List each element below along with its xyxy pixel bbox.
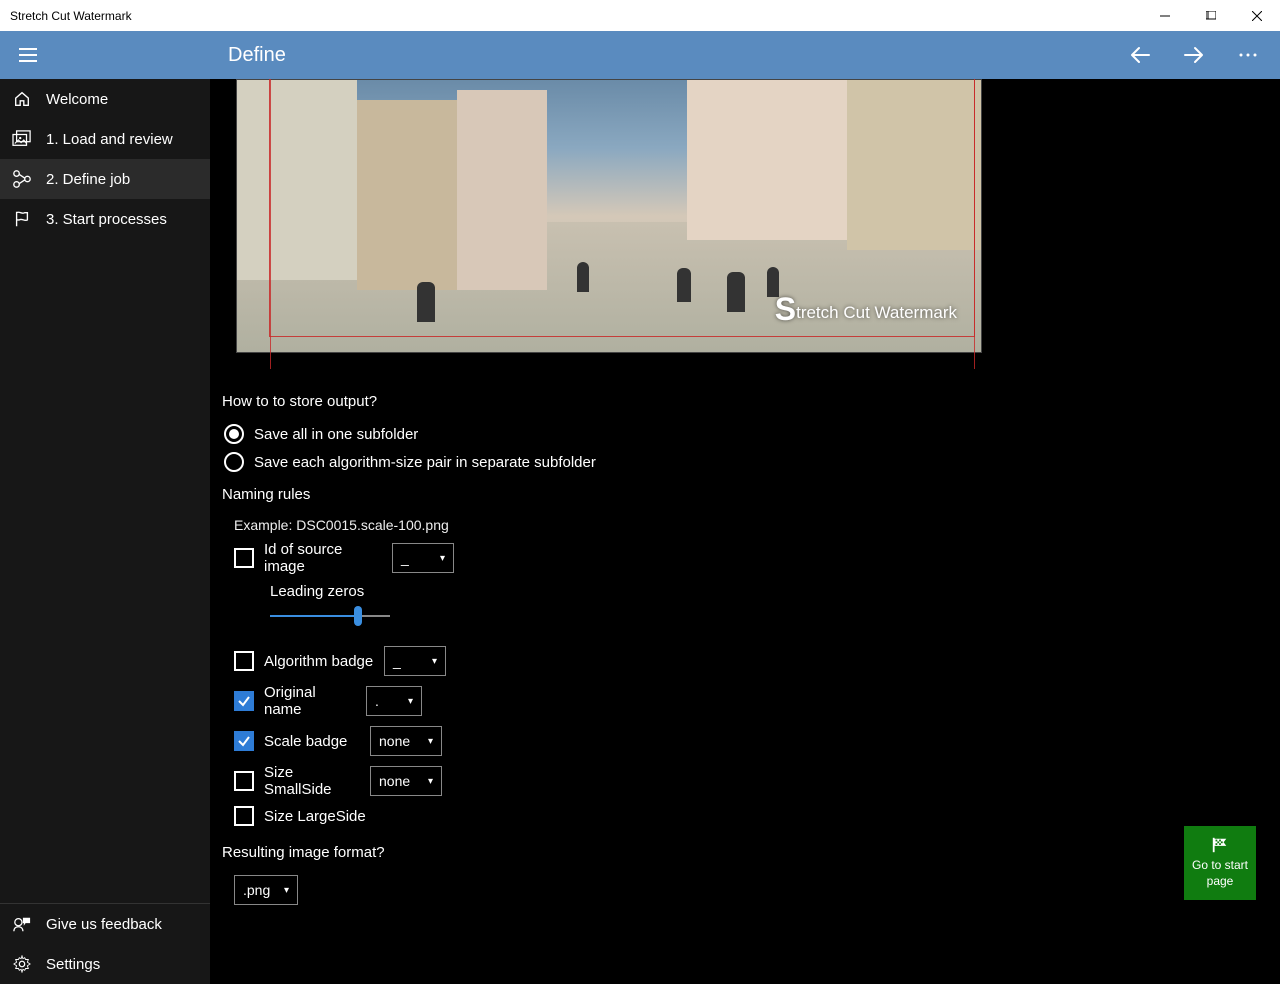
crop-guide-right-line — [974, 79, 975, 369]
radio-save-separate-subfolder[interactable]: Save each algorithm-size pair in separat… — [224, 452, 1280, 472]
preview-area: Stretch Cut Watermark — [222, 79, 982, 353]
checkbox-algorithm-badge[interactable] — [234, 651, 254, 671]
chevron-down-icon: ▾ — [432, 656, 437, 667]
checkbox-label: Size SmallSide — [264, 764, 360, 798]
window-title: Stretch Cut Watermark — [10, 9, 132, 23]
sidebar: Welcome 1. Load and review 2. Define job… — [0, 79, 210, 984]
sidebar-item-label: Welcome — [46, 91, 108, 108]
sidebar-settings[interactable]: Settings — [0, 944, 210, 984]
checkbox-label: Original name — [264, 684, 356, 718]
chevron-down-icon: ▾ — [428, 776, 433, 787]
checkbox-scale-badge[interactable] — [234, 731, 254, 751]
radio-save-one-subfolder[interactable]: Save all in one subfolder — [224, 424, 1280, 444]
radio-label: Save each algorithm-size pair in separat… — [254, 454, 596, 471]
select-size-small-sep[interactable]: none ▾ — [370, 766, 442, 796]
sidebar-item-welcome[interactable]: Welcome — [0, 79, 210, 119]
checkbox-label: Id of source image — [264, 541, 382, 575]
section-naming-rules: Naming rules — [222, 486, 1280, 503]
chevron-down-icon: ▾ — [428, 736, 433, 747]
sidebar-feedback[interactable]: Give us feedback — [0, 904, 210, 944]
row-size-largeside: Size LargeSide — [234, 806, 1280, 826]
slider-label: Leading zeros — [270, 583, 1280, 600]
more-icon[interactable] — [1236, 43, 1260, 67]
crop-guide-left-line — [270, 79, 271, 369]
go-start-label-2: page — [1207, 874, 1234, 890]
select-original-name-sep[interactable]: . ▾ — [366, 686, 422, 716]
select-algorithm-sep[interactable]: _ ▾ — [384, 646, 446, 676]
sidebar-item-label: 1. Load and review — [46, 131, 173, 148]
chevron-down-icon: ▾ — [440, 553, 445, 564]
section-result-format: Resulting image format? — [222, 844, 1280, 861]
row-algorithm-badge: Algorithm badge _ ▾ — [234, 646, 1280, 676]
sidebar-item-start[interactable]: 3. Start processes — [0, 199, 210, 239]
feedback-icon — [12, 914, 32, 934]
checkbox-label: Size LargeSide — [264, 808, 366, 825]
radio-icon — [224, 452, 244, 472]
select-id-source-sep[interactable]: _ ▾ — [392, 543, 454, 573]
main-panel: Stretch Cut Watermark How to to store ou… — [210, 79, 1280, 984]
select-result-format[interactable]: .png ▾ — [234, 875, 298, 905]
flag-icon — [12, 209, 32, 229]
row-original-name: Original name . ▾ — [234, 684, 1280, 718]
radio-icon — [224, 424, 244, 444]
row-leading-zeros: Leading zeros — [270, 583, 1280, 618]
app-header: Define — [0, 31, 1280, 79]
radio-label: Save all in one subfolder — [254, 426, 418, 443]
sidebar-item-label: 3. Start processes — [46, 211, 167, 228]
example-text: Example: DSC0015.scale-100.png — [234, 517, 1280, 533]
home-icon — [12, 89, 32, 109]
back-icon[interactable] — [1128, 43, 1152, 67]
select-scale-badge-sep[interactable]: none ▾ — [370, 726, 442, 756]
sidebar-item-define[interactable]: 2. Define job — [0, 159, 210, 199]
checkbox-id-source[interactable] — [234, 548, 254, 568]
checkbox-original-name[interactable] — [234, 691, 254, 711]
go-to-start-button[interactable]: Go to start page — [1184, 826, 1256, 900]
nodes-icon — [12, 169, 32, 189]
crop-guide-vertical — [256, 79, 974, 369]
photos-icon — [12, 129, 32, 149]
sidebar-item-label: 2. Define job — [46, 171, 130, 188]
sidebar-item-load[interactable]: 1. Load and review — [0, 119, 210, 159]
sidebar-item-label: Give us feedback — [46, 916, 162, 933]
maximize-button[interactable] — [1188, 0, 1234, 31]
chevron-down-icon: ▾ — [408, 696, 413, 707]
row-scale-badge: Scale badge none ▾ — [234, 726, 1280, 756]
flag-icon — [1210, 836, 1230, 854]
go-start-label-1: Go to start — [1192, 858, 1248, 874]
checkbox-size-small[interactable] — [234, 771, 254, 791]
window-titlebar: Stretch Cut Watermark — [0, 0, 1280, 31]
row-id-source-image: Id of source image _ ▾ — [234, 541, 1280, 575]
slider-leading-zeros[interactable] — [270, 614, 390, 618]
page-title: Define — [228, 44, 286, 67]
row-size-smallside: Size SmallSide none ▾ — [234, 764, 1280, 798]
checkbox-label: Scale badge — [264, 733, 360, 750]
close-button[interactable] — [1234, 0, 1280, 31]
checkbox-label: Algorithm badge — [264, 653, 374, 670]
minimize-button[interactable] — [1142, 0, 1188, 31]
section-store-output: How to to store output? — [222, 393, 1280, 410]
sidebar-item-label: Settings — [46, 956, 100, 973]
checkbox-size-large[interactable] — [234, 806, 254, 826]
gear-icon — [12, 954, 32, 974]
forward-icon[interactable] — [1182, 43, 1206, 67]
chevron-down-icon: ▾ — [284, 885, 289, 896]
hamburger-icon[interactable] — [8, 35, 48, 75]
